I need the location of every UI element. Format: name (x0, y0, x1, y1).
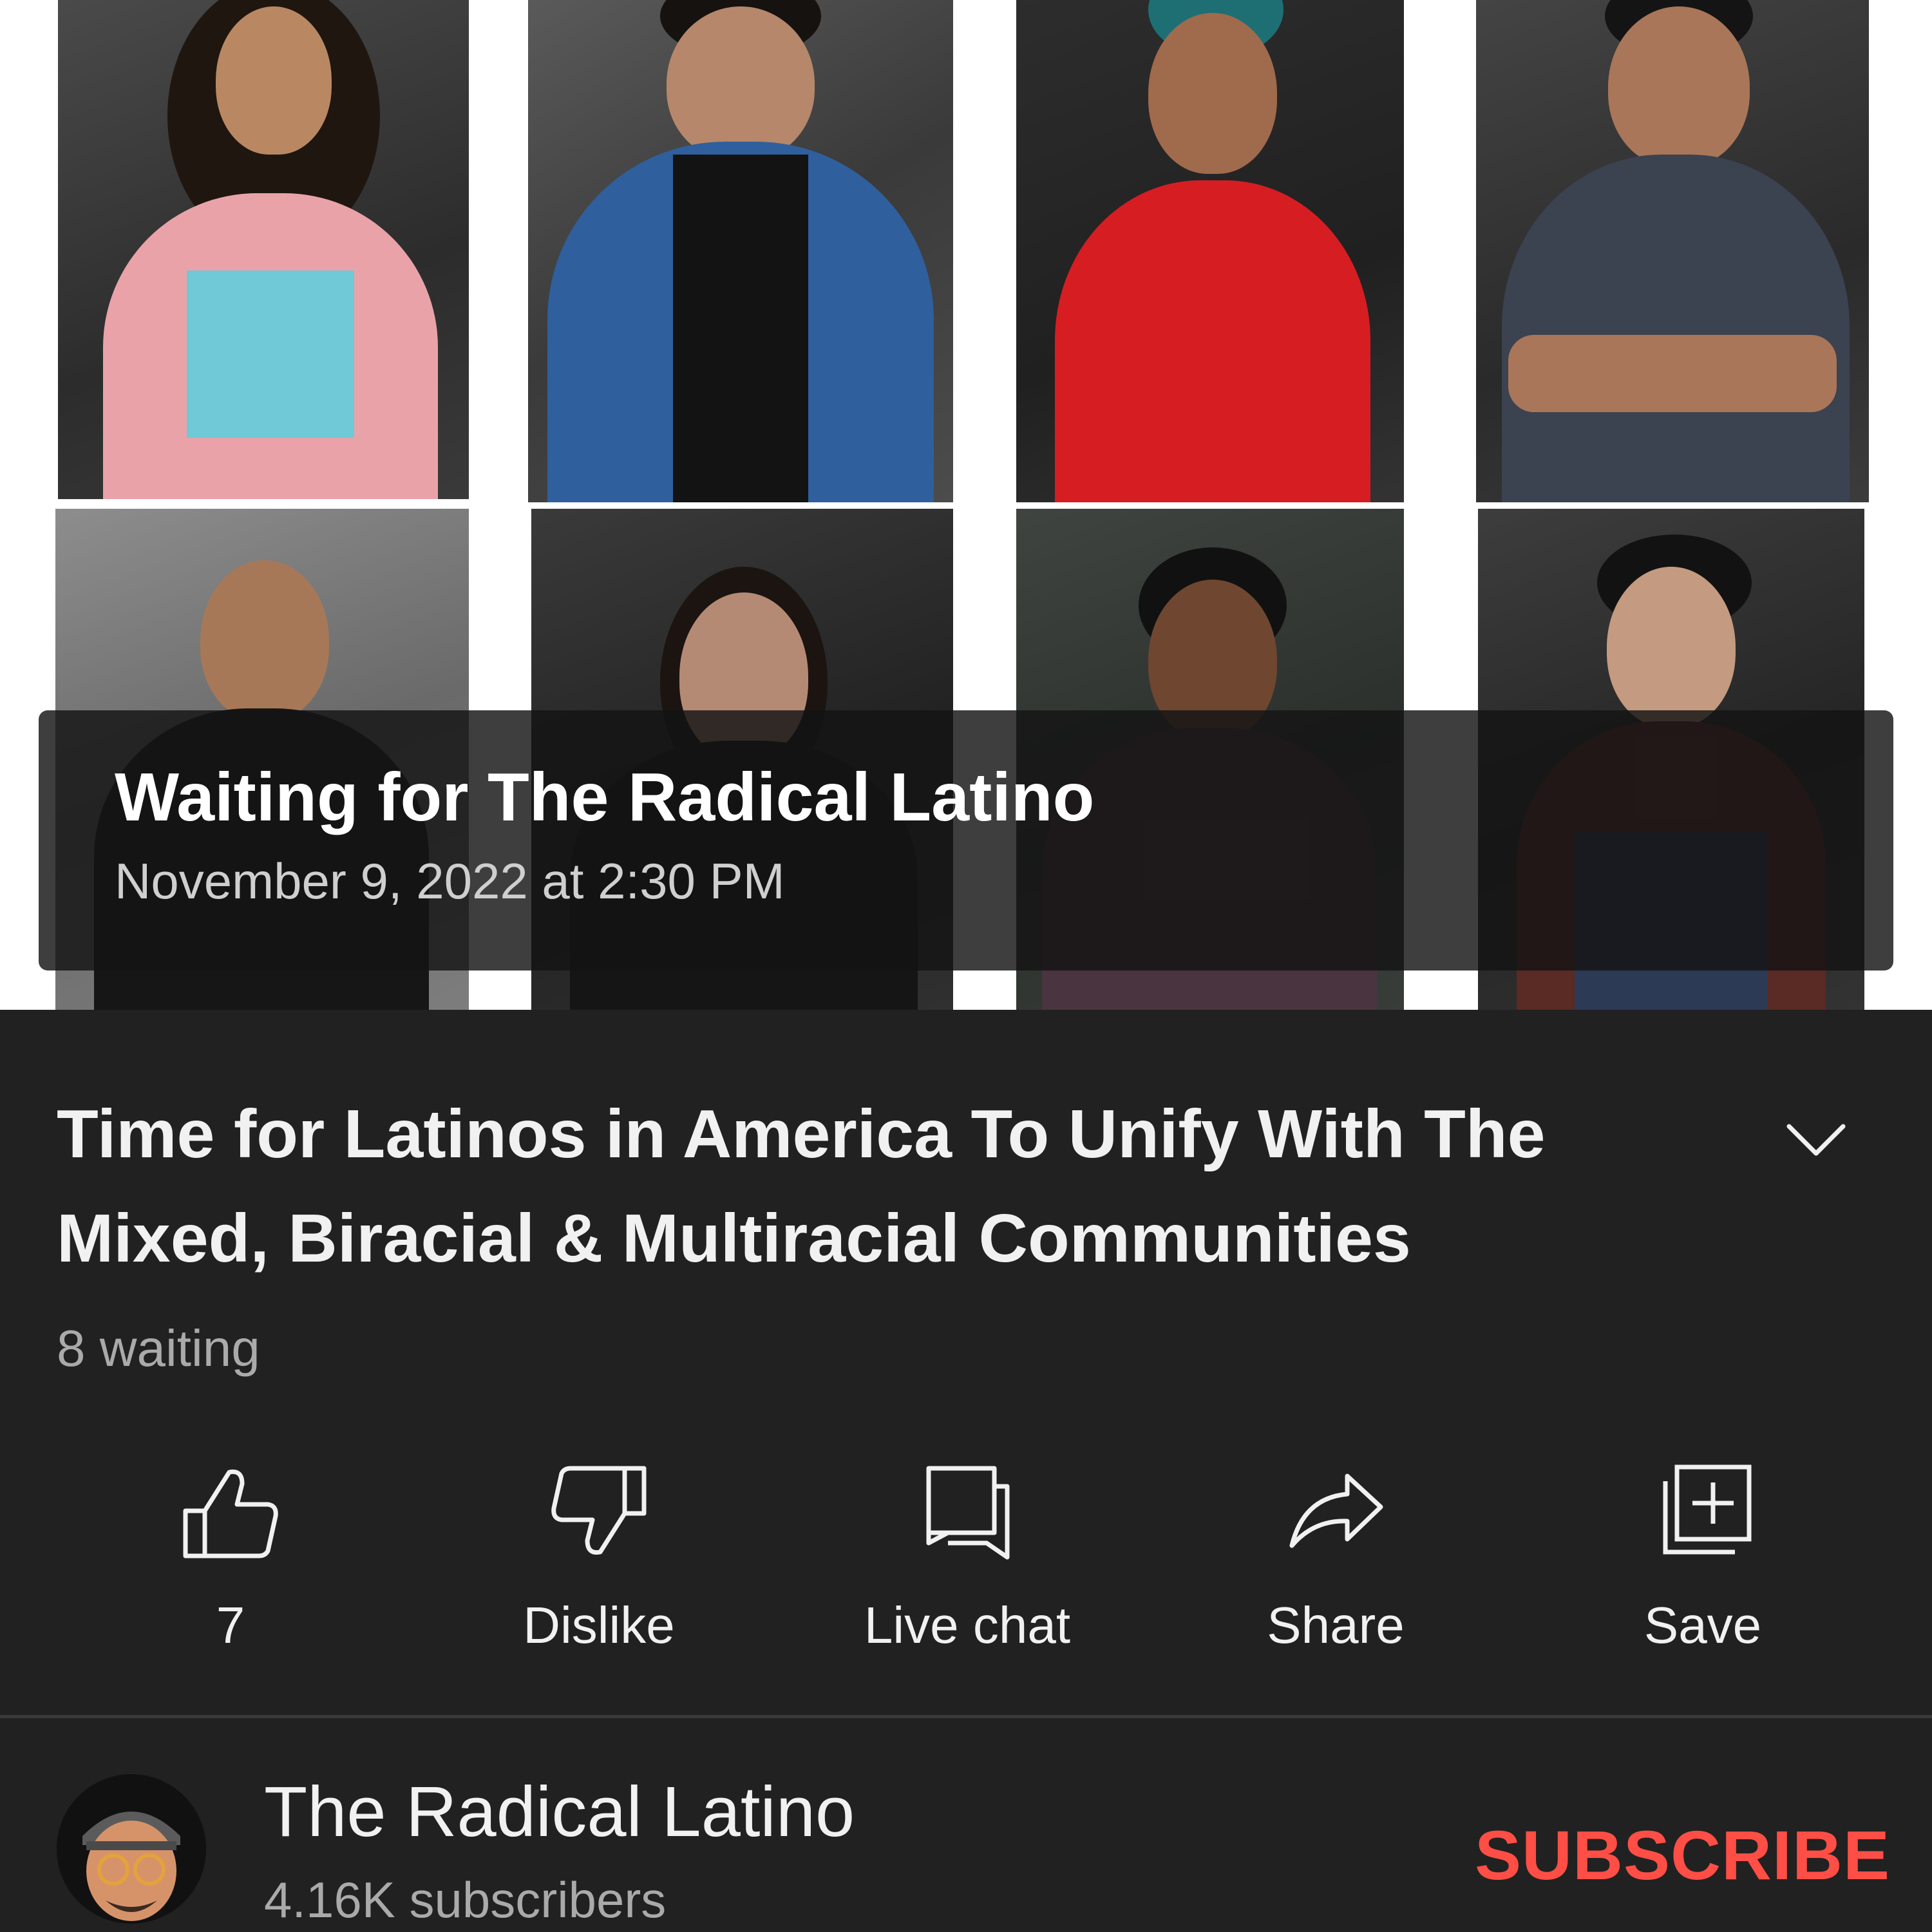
premiere-waiting-overlay: Waiting for The Radical Latino November … (39, 710, 1893, 971)
video-player[interactable]: Waiting for The Radical Latino November … (0, 0, 1932, 1010)
live-chat-button[interactable]: Live chat (864, 1455, 1070, 1662)
memoji-avatar-icon (57, 1774, 206, 1924)
thumbnail-portrait (528, 0, 953, 502)
thumbnail-portrait (58, 0, 469, 499)
thumbs-down-icon (551, 1466, 647, 1555)
premiere-date: November 9, 2022 at 2:30 PM (115, 853, 785, 909)
save-label: Save (1643, 1596, 1762, 1654)
live-chat-label: Live chat (864, 1596, 1071, 1654)
video-title[interactable]: Time for Latinos in America To Unify Wit… (57, 1082, 1705, 1291)
thumbnail-portrait (1476, 0, 1869, 502)
dislike-button[interactable]: Dislike (502, 1455, 696, 1662)
waiting-count: 8 waiting (57, 1320, 260, 1377)
save-button[interactable]: Save (1606, 1455, 1799, 1662)
chat-bubble-icon (926, 1466, 1010, 1560)
playlist-add-icon (1663, 1464, 1752, 1555)
expand-description-button[interactable] (1784, 1117, 1848, 1162)
share-label: Share (1267, 1596, 1405, 1654)
thumbs-up-icon (183, 1469, 278, 1558)
like-count: 7 (216, 1596, 245, 1654)
channel-avatar[interactable] (57, 1774, 206, 1924)
subscriber-count: 4.16K subscribers (264, 1871, 667, 1928)
dislike-label: Dislike (523, 1596, 675, 1654)
share-button[interactable]: Share (1239, 1455, 1432, 1662)
like-button[interactable]: 7 (134, 1455, 327, 1662)
chevron-down-icon (1786, 1124, 1846, 1156)
channel-name[interactable]: The Radical Latino (264, 1771, 855, 1853)
thumbnail-portrait (1016, 0, 1404, 502)
section-divider (0, 1715, 1932, 1718)
share-arrow-icon (1289, 1473, 1383, 1548)
subscribe-button[interactable]: SUBSCRIBE (1475, 1815, 1890, 1895)
overlay-title: Waiting for The Radical Latino (115, 759, 1095, 835)
